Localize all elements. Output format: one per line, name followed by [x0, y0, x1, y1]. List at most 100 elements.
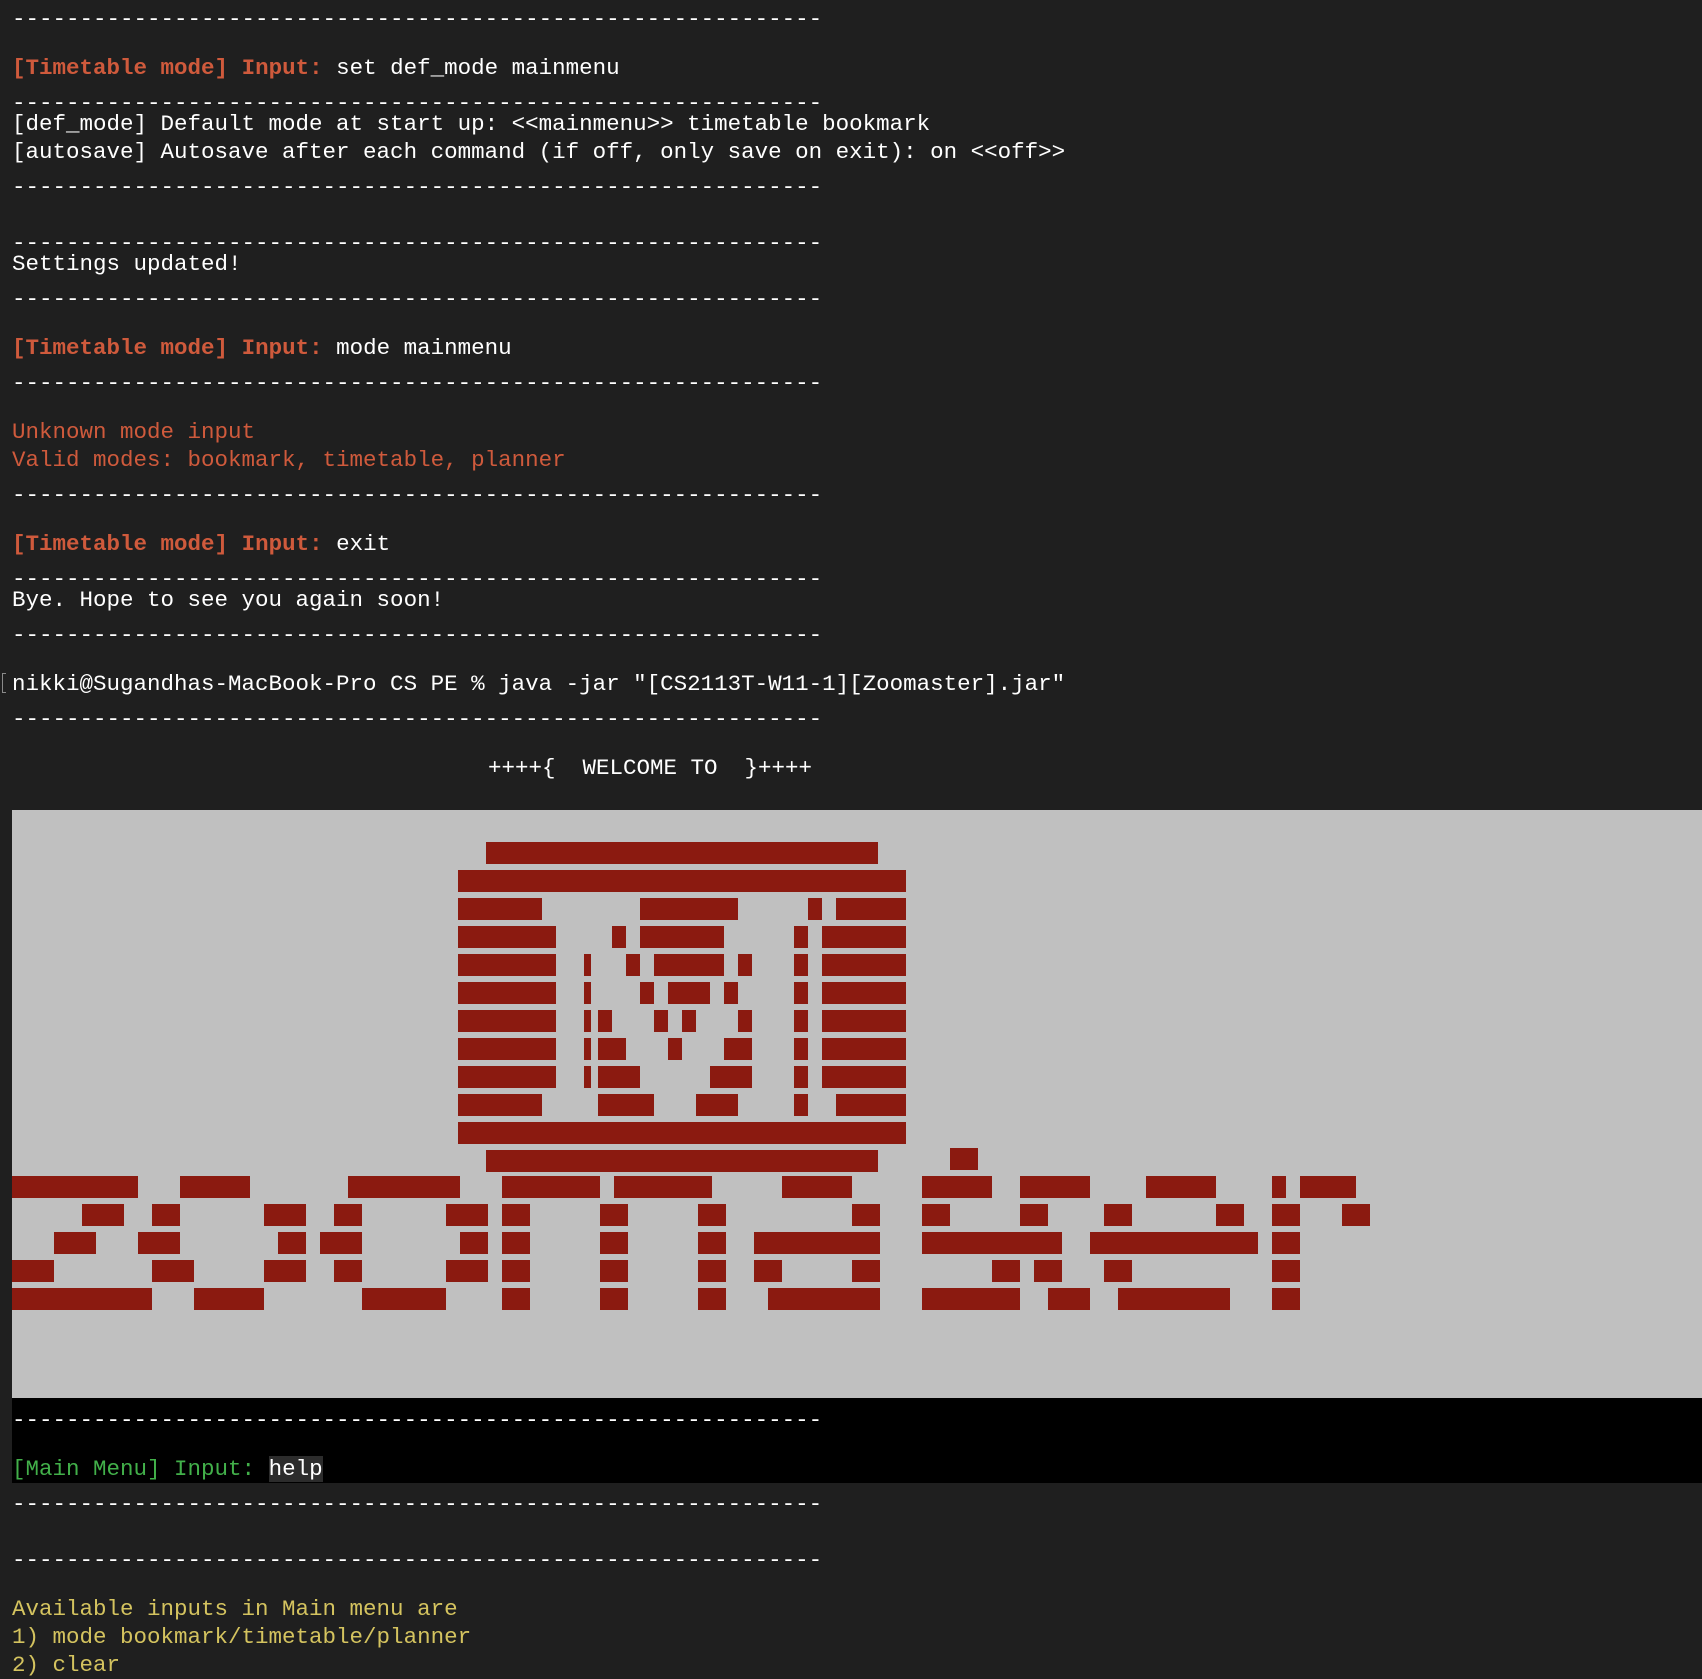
logo-block	[600, 1260, 628, 1282]
logo-block	[922, 1288, 1020, 1310]
logo-block	[598, 1094, 654, 1116]
logo-block	[836, 898, 906, 920]
separator: ----------------------------------------…	[12, 1547, 823, 1573]
logo-block	[334, 1260, 362, 1282]
logo-block	[502, 1260, 530, 1282]
logo-block	[264, 1204, 306, 1226]
logo-block	[584, 1010, 591, 1032]
logo-block	[640, 898, 738, 920]
logo-block	[458, 1094, 542, 1116]
separator: ----------------------------------------…	[12, 622, 823, 648]
logo-block	[682, 1010, 696, 1032]
logo-block	[754, 1260, 782, 1282]
logo-block	[822, 1010, 906, 1032]
welcome-banner: ++++{ WELCOME TO }++++	[488, 755, 813, 781]
logo-block	[626, 954, 640, 976]
logo-block	[754, 1232, 880, 1254]
logo-block	[710, 1066, 752, 1088]
command-text: exit	[336, 531, 391, 557]
logo-block	[1300, 1176, 1356, 1198]
logo-block	[794, 954, 808, 976]
main-menu-prompt[interactable]: [Main Menu] Input: help	[12, 1455, 323, 1483]
logo-block	[654, 954, 724, 976]
help-item: 1) mode bookmark/timetable/planner	[12, 1624, 472, 1650]
logo-block	[822, 1066, 906, 1088]
logo-block	[668, 982, 710, 1004]
logo-block	[278, 1232, 306, 1254]
mode-label: [Timetable mode]	[12, 335, 229, 361]
logo-block	[836, 1094, 906, 1116]
logo-block	[600, 1288, 628, 1310]
logo-block	[502, 1204, 530, 1226]
logo-block	[640, 926, 724, 948]
logo-block	[598, 1066, 640, 1088]
logo-block	[458, 1066, 556, 1088]
logo-block	[1034, 1232, 1062, 1254]
logo-block	[1216, 1204, 1244, 1226]
logo-block	[794, 926, 808, 948]
logo-block	[950, 1148, 978, 1170]
valid-modes-message: Valid modes: bookmark, timetable, planne…	[12, 447, 566, 473]
logo-block	[12, 1260, 54, 1282]
logo-block	[598, 1038, 626, 1060]
logo-block	[640, 982, 654, 1004]
logo-block	[458, 1010, 556, 1032]
logo-block	[808, 898, 822, 920]
logo-block	[486, 842, 878, 864]
logo-block	[1272, 1232, 1300, 1254]
separator: ----------------------------------------…	[12, 1491, 823, 1517]
logo-block	[1272, 1288, 1300, 1310]
logo-block	[446, 1204, 488, 1226]
logo-block	[446, 1260, 488, 1282]
logo-block	[698, 1232, 726, 1254]
logo-block	[584, 982, 591, 1004]
logo-block	[614, 1176, 712, 1198]
logo-block	[822, 926, 906, 948]
separator: ----------------------------------------…	[12, 482, 823, 508]
logo-block	[1020, 1176, 1090, 1198]
separator: ----------------------------------------…	[12, 6, 823, 32]
prompt-mark-icon	[2, 673, 6, 693]
logo-block	[1104, 1260, 1132, 1282]
logo-block	[1342, 1204, 1370, 1226]
logo-block	[362, 1288, 446, 1310]
separator: ----------------------------------------…	[12, 706, 823, 732]
mode-label: [Timetable mode]	[12, 55, 229, 81]
logo-block	[668, 1038, 682, 1060]
logo-block	[794, 982, 808, 1004]
logo-block	[1272, 1176, 1286, 1198]
logo-block	[348, 1176, 460, 1198]
logo-block	[194, 1288, 264, 1310]
command-line-exit: [Timetable mode] Input: exit	[12, 530, 390, 558]
logo-block	[794, 1038, 808, 1060]
logo-block	[502, 1176, 600, 1198]
logo-block	[320, 1232, 362, 1254]
logo-block	[502, 1232, 530, 1254]
help-heading: Available inputs in Main menu are	[12, 1596, 458, 1622]
input-label: Input:	[174, 1456, 256, 1482]
logo-block	[264, 1260, 306, 1282]
logo-block	[852, 1260, 880, 1282]
separator: ----------------------------------------…	[12, 174, 823, 200]
def-mode-setting: [def_mode] Default mode at start up: <<m…	[12, 111, 931, 137]
logo-block	[600, 1204, 628, 1226]
logo-block	[138, 1232, 180, 1254]
logo-block	[180, 1176, 250, 1198]
logo-block	[1090, 1232, 1258, 1254]
command-text: mode mainmenu	[336, 335, 512, 361]
logo-block	[782, 1176, 852, 1198]
logo-block	[458, 898, 542, 920]
logo-block	[738, 1010, 752, 1032]
terminal-window[interactable]: ----------------------------------------…	[0, 0, 1702, 1678]
command-input[interactable]: help	[268, 1456, 323, 1482]
separator: ----------------------------------------…	[12, 1407, 823, 1433]
logo-block	[724, 1038, 752, 1060]
separator: ----------------------------------------…	[12, 286, 823, 312]
logo-block	[584, 1066, 591, 1088]
logo-block	[822, 982, 906, 1004]
logo-block	[1020, 1204, 1048, 1226]
logo-block	[922, 1232, 1048, 1254]
logo-block	[460, 1232, 488, 1254]
logo-block	[152, 1204, 180, 1226]
logo-block	[922, 1204, 950, 1226]
